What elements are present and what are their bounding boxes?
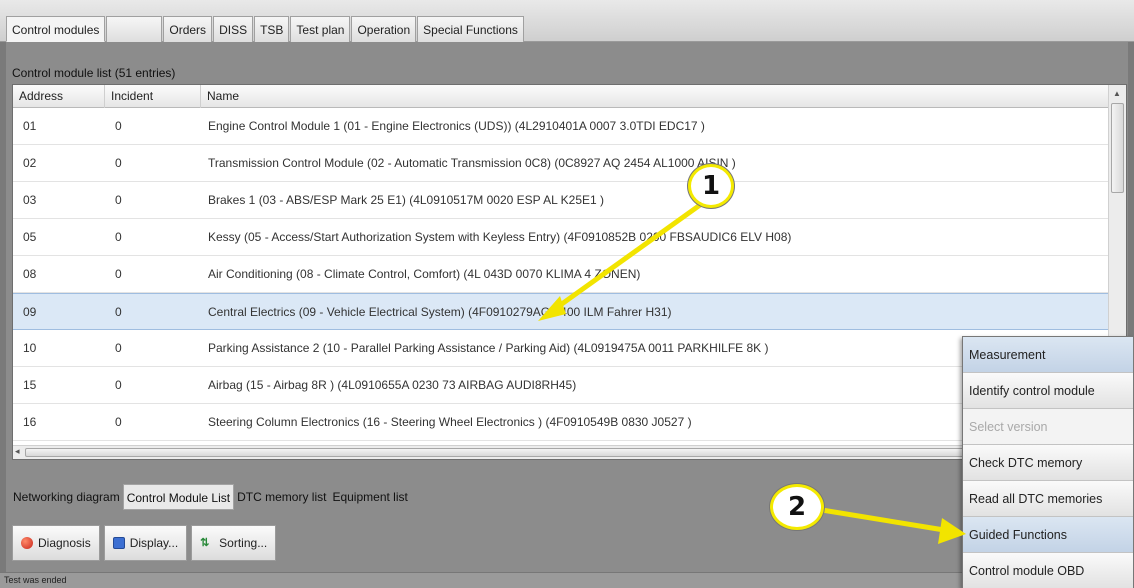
table-row[interactable]: 02 0 Transmission Control Module (02 - A… [13, 145, 1109, 182]
cell-name: Engine Control Module 1 (01 - Engine Ele… [208, 119, 705, 133]
cell-name: Air Conditioning (08 - Climate Control, … [208, 267, 641, 281]
cell-name: Steering Column Electronics (16 - Steeri… [208, 415, 692, 429]
cell-incident: 0 [115, 305, 122, 319]
table-row[interactable]: 08 0 Air Conditioning (08 - Climate Cont… [13, 256, 1109, 293]
cell-incident: 0 [115, 230, 122, 244]
table-rows: 01 0 Engine Control Module 1 (01 - Engin… [13, 108, 1109, 441]
table-row[interactable]: 01 0 Engine Control Module 1 (01 - Engin… [13, 108, 1109, 145]
cell-name: Airbag (15 - Airbag 8R ) (4L0910655A 023… [208, 378, 577, 392]
cell-name: Parking Assistance 2 (10 - Parallel Park… [208, 341, 769, 355]
horizontal-scroll-thumb[interactable] [25, 448, 1091, 457]
diagnosis-label: Diagnosis [38, 536, 91, 550]
column-header-name[interactable]: Name [201, 85, 1109, 108]
cell-address: 16 [23, 415, 37, 429]
top-tab-strip: Control modules Orders DISS TSB Test pla… [0, 0, 1134, 42]
view-tab-control-module-list[interactable]: Control Module List [122, 484, 235, 510]
menu-item-measurement[interactable]: Measurement [963, 337, 1133, 373]
horizontal-scrollbar[interactable]: ◂ [13, 445, 1109, 459]
cell-name: Transmission Control Module (02 - Automa… [208, 156, 736, 170]
menu-item-check-dtc-memory[interactable]: Check DTC memory [963, 445, 1133, 481]
cell-address: 01 [23, 119, 37, 133]
display-label: Display... [129, 536, 179, 550]
table-row-selected[interactable]: 09 0 Central Electrics (09 - Vehicle Ele… [13, 293, 1109, 330]
display-button[interactable]: Display... [103, 525, 188, 561]
cell-address: 15 [23, 378, 37, 392]
control-module-table: Address Incident Name 01 0 Engine Contro… [12, 84, 1127, 460]
annotation-callout-1: 1 [688, 164, 734, 208]
table-header: Address Incident Name [13, 85, 1109, 108]
action-buttons: Diagnosis Display... ⇅ Sorting... [12, 525, 280, 561]
view-tab-equipment-list[interactable]: Equipment list [329, 484, 410, 510]
menu-item-select-version: Select version [963, 409, 1133, 445]
menu-item-control-module-obd[interactable]: Control module OBD [963, 553, 1133, 588]
menu-item-guided-functions[interactable]: Guided Functions [963, 517, 1133, 553]
diagnosis-button[interactable]: Diagnosis [12, 525, 100, 561]
menu-item-identify-control-module[interactable]: Identify control module [963, 373, 1133, 409]
cell-name: Central Electrics (09 - Vehicle Electric… [208, 305, 672, 319]
cell-name: Brakes 1 (03 - ABS/ESP Mark 25 E1) (4L09… [208, 193, 605, 207]
tab-tsb[interactable]: TSB [254, 16, 290, 42]
table-row[interactable]: 16 0 Steering Column Electronics (16 - S… [13, 404, 1109, 441]
view-tabs: Networking diagram Control Module List D… [10, 484, 411, 510]
display-icon [112, 537, 125, 549]
cell-incident: 0 [115, 341, 122, 355]
status-text: Test was ended [4, 575, 67, 585]
tab-orders[interactable]: Orders [163, 16, 213, 42]
cell-address: 03 [23, 193, 37, 207]
sorting-icon: ⇅ [200, 537, 210, 549]
cell-incident: 0 [115, 378, 122, 392]
tab-test-plan[interactable]: Test plan [290, 16, 351, 42]
cell-address: 02 [23, 156, 37, 170]
sorting-button[interactable]: ⇅ Sorting... [191, 525, 277, 561]
scroll-up-arrow-icon[interactable]: ▲ [1113, 89, 1121, 98]
tab-control-modules[interactable]: Control modules [6, 16, 106, 42]
column-header-incident[interactable]: Incident [105, 85, 201, 108]
cell-incident: 0 [115, 119, 122, 133]
diagnosis-icon [21, 537, 33, 549]
tab-blank[interactable] [106, 16, 163, 42]
view-tab-networking-diagram[interactable]: Networking diagram [10, 484, 123, 510]
menu-item-read-all-dtc-memories[interactable]: Read all DTC memories [963, 481, 1133, 517]
scroll-left-arrow-icon[interactable]: ◂ [15, 446, 20, 457]
list-title: Control module list (51 entries) [12, 66, 176, 80]
sorting-label: Sorting... [219, 536, 268, 550]
cell-name: Kessy (05 - Access/Start Authorization S… [208, 230, 792, 244]
table-row[interactable]: 03 0 Brakes 1 (03 - ABS/ESP Mark 25 E1) … [13, 182, 1109, 219]
cell-incident: 0 [115, 267, 122, 281]
cell-address: 05 [23, 230, 37, 244]
tab-special-functions[interactable]: Special Functions [417, 16, 524, 42]
vertical-scroll-thumb[interactable] [1111, 103, 1124, 193]
cell-incident: 0 [115, 415, 122, 429]
cell-incident: 0 [115, 193, 122, 207]
cell-address: 09 [23, 305, 37, 319]
top-tabs: Control modules Orders DISS TSB Test pla… [6, 16, 525, 42]
column-header-address[interactable]: Address [13, 85, 105, 108]
cell-address: 10 [23, 341, 37, 355]
cell-incident: 0 [115, 156, 122, 170]
table-row[interactable]: 10 0 Parking Assistance 2 (10 - Parallel… [13, 330, 1109, 367]
tab-diss[interactable]: DISS [213, 16, 254, 42]
annotation-callout-2: 2 [770, 484, 824, 530]
tab-operation[interactable]: Operation [351, 16, 417, 42]
table-row[interactable]: 15 0 Airbag (15 - Airbag 8R ) (4L0910655… [13, 367, 1109, 404]
view-tab-dtc-memory-list[interactable]: DTC memory list [234, 484, 329, 510]
cell-address: 08 [23, 267, 37, 281]
table-row[interactable]: 05 0 Kessy (05 - Access/Start Authorizat… [13, 219, 1109, 256]
context-menu: Measurement Identify control module Sele… [962, 336, 1134, 588]
